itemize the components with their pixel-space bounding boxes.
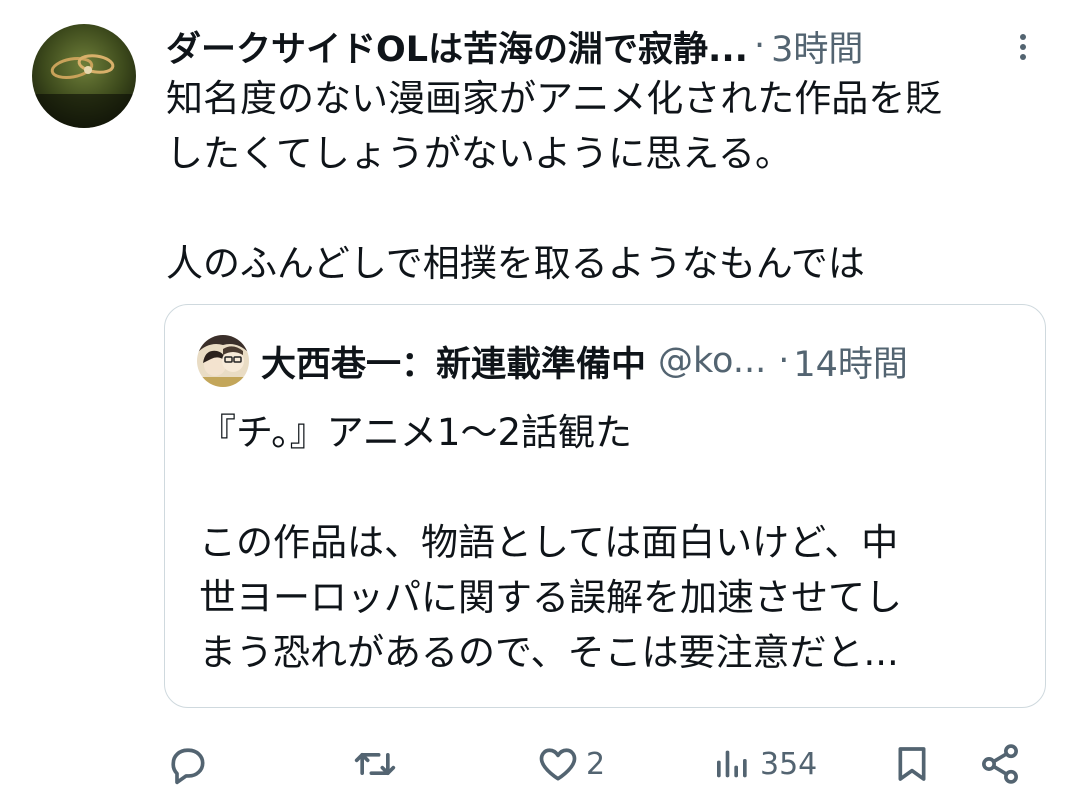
tweet-text-line: したくてしょうがないように思える。 xyxy=(166,132,793,175)
views-icon xyxy=(712,742,752,786)
quote-author-avatar[interactable] xyxy=(197,335,249,387)
quote-text-line: 『チ。』アニメ1〜2話観た xyxy=(199,411,632,454)
quote-header: 大西巷一：新連載準備中 @ko... · 14時間 xyxy=(261,333,1021,389)
tweet-text-blank-line xyxy=(166,181,1050,236)
like-button[interactable]: 2 xyxy=(536,738,605,790)
like-icon xyxy=(536,742,580,786)
author-name[interactable]: ダークサイドOLは苦海の淵で寂静... xyxy=(166,21,748,72)
tweet-text: 知名度のない漫画家がアニメ化された作品を貶 したくてしょうがないように思える。 … xyxy=(166,71,1050,291)
retweet-button[interactable] xyxy=(352,738,404,790)
quote-author-name[interactable]: 大西巷一：新連載準備中 xyxy=(261,336,646,387)
quote-text-line: この作品は、物語としては面白いけど、中 xyxy=(199,521,899,564)
more-vertical-icon[interactable] xyxy=(1008,30,1038,64)
quote-text-blank-line xyxy=(199,460,1029,515)
quote-author-handle[interactable]: @ko... xyxy=(658,341,766,381)
manga-character-avatar-icon xyxy=(197,335,249,387)
bookmark-button[interactable] xyxy=(892,738,932,790)
ring-photo-avatar-icon xyxy=(32,24,136,128)
quote-text-line: まう恐れがあるので、そこは要注意だと... xyxy=(199,631,899,674)
action-bar: 2 354 xyxy=(166,738,1046,790)
bookmark-icon xyxy=(892,742,932,786)
reply-icon xyxy=(166,742,210,786)
tweet-text-line: 人のふんどしで相撲を取るようなもんでは xyxy=(166,242,865,285)
author-avatar[interactable] xyxy=(32,24,136,128)
quote-separator: · xyxy=(778,341,790,381)
meta-separator: · xyxy=(753,26,766,66)
views-count: 354 xyxy=(760,746,818,782)
quote-text: 『チ。』アニメ1〜2話観た この作品は、物語としては面白いけど、中 世ヨーロッパ… xyxy=(199,405,1029,680)
share-button[interactable] xyxy=(978,738,1022,790)
quote-time[interactable]: 14時間 xyxy=(793,336,908,387)
quoted-tweet-card[interactable]: 大西巷一：新連載準備中 @ko... · 14時間 『チ。』アニメ1〜2話観た … xyxy=(164,304,1046,708)
reply-button[interactable] xyxy=(166,738,216,790)
like-count: 2 xyxy=(586,746,606,782)
quote-text-line: 世ヨーロッパに関する誤解を加速させてし xyxy=(199,576,902,619)
tweet-time[interactable]: 3時間 xyxy=(771,21,863,72)
share-icon xyxy=(978,742,1022,786)
tweet-header: ダークサイドOLは苦海の淵で寂静... · 3時間 xyxy=(166,18,1046,74)
views-button[interactable]: 354 xyxy=(712,738,817,790)
tweet-text-line: 知名度のない漫画家がアニメ化された作品を貶 xyxy=(166,77,943,120)
retweet-icon xyxy=(352,742,398,786)
